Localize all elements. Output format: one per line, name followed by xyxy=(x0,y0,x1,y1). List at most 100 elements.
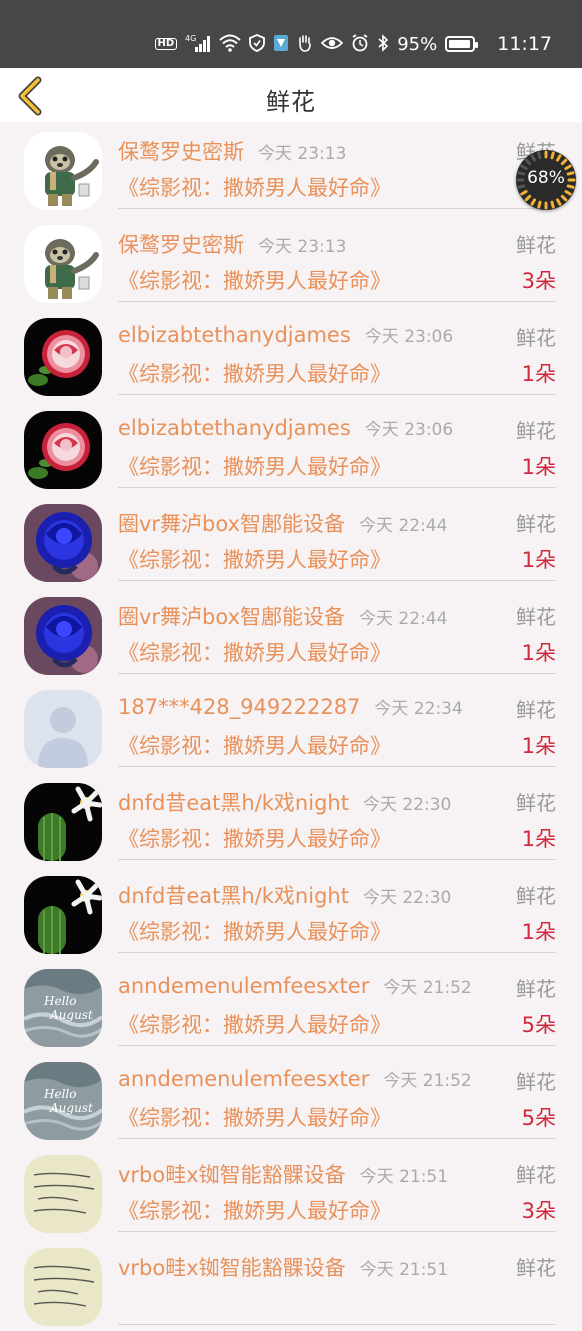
avatar[interactable] xyxy=(24,411,102,489)
list-item[interactable]: vrbo畦x铷智能豁髁设备 今天 21:51 鲜花《综影视：撒娇男人最好命》 3朵 xyxy=(0,1145,582,1238)
divider xyxy=(118,952,556,953)
signal-icon: 4G xyxy=(185,34,211,55)
avatar[interactable] xyxy=(24,318,102,396)
list-item[interactable]: 保鹜罗史密斯今天 23:13鲜花《综影视：撒娇男人最好命》 xyxy=(0,122,582,215)
svg-text:Hello: Hello xyxy=(43,994,76,1008)
divider xyxy=(118,859,556,860)
avatar[interactable] xyxy=(24,876,102,954)
avatar[interactable]: Hello August xyxy=(24,969,102,1047)
floating-progress-badge[interactable]: 68% xyxy=(516,150,576,210)
sender-name[interactable]: dnfd昔eat黑h/k戏night xyxy=(118,791,349,815)
sender-name[interactable]: anndemenulemfeesxter xyxy=(118,974,369,998)
timestamp: 今天 21:51 xyxy=(359,1167,449,1187)
list-item[interactable]: 圈vr舞泸box智鄌能设备 今天 22:44 鲜花《综影视：撒娇男人最好命》 1朵 xyxy=(0,587,582,680)
avatar[interactable] xyxy=(24,597,102,675)
svg-text:Hello: Hello xyxy=(43,1087,76,1101)
list-item[interactable]: Hello August anndemenulemfeesxter 今天 21:52 鲜… xyxy=(0,1052,582,1145)
divider xyxy=(118,1138,556,1139)
divider xyxy=(118,1324,556,1325)
avatar[interactable] xyxy=(24,504,102,582)
status-time: 11:17 xyxy=(497,33,552,55)
book-title[interactable]: 《综影视：撒娇男人最好命》 xyxy=(118,637,391,667)
book-title[interactable]: 《综影视：撒娇男人最好命》 xyxy=(118,1102,391,1132)
book-title[interactable]: 《综影视：撒娇男人最好命》 xyxy=(118,1195,391,1225)
sender-name[interactable]: dnfd昔eat黑h/k戏night xyxy=(118,884,349,908)
alarm-icon xyxy=(351,33,369,55)
timestamp: 今天 23:13 xyxy=(258,144,347,164)
list-item[interactable]: dnfd昔eat黑h/k戏night 今天 22:30 鲜花 《综影视：撒娇男人最好命… xyxy=(0,866,582,959)
sender-name-line: vrbo畦x铷智能豁髁设备 今天 21:51 xyxy=(118,1252,448,1282)
gift-count: 3朵 xyxy=(521,1199,556,1223)
book-title[interactable]: 《综影视：撒娇男人最好命》 xyxy=(118,451,391,481)
divider xyxy=(118,1045,556,1046)
sender-name-line: anndemenulemfeesxter 今天 21:52 xyxy=(118,973,472,998)
timestamp: 今天 22:30 xyxy=(362,795,452,815)
avatar[interactable] xyxy=(24,690,102,768)
list-item[interactable]: vrbo畦x铷智能豁髁设备 今天 21:51 鲜花 xyxy=(0,1238,582,1331)
timestamp: 今天 22:44 xyxy=(359,609,448,629)
book-title[interactable]: 《综影视：撒娇男人最好命》 xyxy=(118,265,391,295)
gift-type: 鲜花 xyxy=(516,791,556,815)
sender-name-line: anndemenulemfeesxter 今天 21:52 xyxy=(118,1066,472,1091)
book-title[interactable]: 《综影视：撒娇男人最好命》 xyxy=(118,172,391,202)
header: 鲜花 xyxy=(0,68,582,122)
app-notification-icon xyxy=(273,34,289,55)
divider xyxy=(118,673,556,674)
list-item[interactable]: dnfd昔eat黑h/k戏night 今天 22:30 鲜花《综影视：撒娇男人最好命… xyxy=(0,773,582,866)
sender-name[interactable]: elbizabtethanydjames xyxy=(118,416,351,440)
timestamp: 今天 22:34 xyxy=(374,699,463,719)
gift-type: 鲜花 xyxy=(516,605,556,629)
timestamp: 今天 23:06 xyxy=(364,420,454,440)
avatar[interactable] xyxy=(24,1248,102,1326)
timestamp: 今天 21:51 xyxy=(359,1260,449,1280)
floating-progress-text: 68% xyxy=(527,168,565,188)
sender-name[interactable]: 圈vr舞泸box智鄌能设备 xyxy=(118,605,345,629)
avatar[interactable] xyxy=(24,225,102,303)
page-title: 鲜花 xyxy=(266,88,316,116)
hand-icon xyxy=(297,34,313,55)
book-title[interactable]: 《综影视：撒娇男人最好命》 xyxy=(118,544,391,574)
avatar[interactable]: Hello August xyxy=(24,1062,102,1140)
book-title[interactable]: 《综影视：撒娇男人最好命》 xyxy=(118,730,391,760)
sender-name[interactable]: anndemenulemfeesxter xyxy=(118,1067,369,1091)
sender-name[interactable]: elbizabtethanydjames xyxy=(118,323,351,347)
list-item[interactable]: elbizabtethanydjames 今天 23:06 鲜花 《综影视：撒娇男人最… xyxy=(0,401,582,494)
timestamp: 今天 23:06 xyxy=(364,327,454,347)
gift-type: 鲜花 xyxy=(516,698,556,722)
book-title[interactable]: 《综影视：撒娇男人最好命》 xyxy=(118,916,391,946)
book-title[interactable]: 《综影视：撒娇男人最好命》 xyxy=(118,823,391,853)
status-bar: HD 4G 95% 11:17 xyxy=(0,0,582,68)
divider xyxy=(118,487,556,488)
svg-text:August: August xyxy=(49,1101,93,1115)
gift-count: 1朵 xyxy=(521,734,556,758)
sender-name-line: 保鹜罗史密斯 今天 23:13 xyxy=(118,136,346,166)
list-item[interactable]: elbizabtethanydjames 今天 23:06 鲜花 《综影视：撒娇男人最… xyxy=(0,308,582,401)
list-item[interactable]: Hello August anndemenulemfeesxter 今天 21:52 鲜… xyxy=(0,959,582,1052)
sender-name[interactable]: 圈vr舞泸box智鄌能设备 xyxy=(118,512,345,536)
gift-type: 鲜花 xyxy=(516,1163,556,1187)
list-item[interactable]: 保鹜罗史密斯 今天 23:13 鲜花 《综影视：撒娇男人最好命》 3朵 xyxy=(0,215,582,308)
avatar[interactable] xyxy=(24,1155,102,1233)
list-item[interactable]: 187***428_949222287 今天 22:34 鲜花《综影视：撒娇男人最好… xyxy=(0,680,582,773)
gift-list: 保鹜罗史密斯今天 23:13鲜花《综影视：撒娇男人最好命》保鹜罗史密斯今天 23… xyxy=(0,122,582,1331)
sender-name[interactable]: 187***428_949222287 xyxy=(118,695,360,719)
sender-name-line: 圈vr舞泸box智鄌能设备 今天 22:44 xyxy=(118,508,447,538)
sender-name[interactable]: 保鹜罗史密斯 xyxy=(118,233,244,257)
sender-name[interactable]: vrbo畦x铷智能豁髁设备 xyxy=(118,1163,346,1187)
battery-icon xyxy=(445,36,479,52)
avatar[interactable] xyxy=(24,783,102,861)
book-title[interactable]: 《综影视：撒娇男人最好命》 xyxy=(118,1009,391,1039)
sender-name-line: vrbo畦x铷智能豁髁设备 今天 21:51 xyxy=(118,1159,448,1189)
eye-icon xyxy=(320,35,344,54)
divider xyxy=(118,1231,556,1232)
timestamp: 今天 22:30 xyxy=(362,888,452,908)
sender-name-line: 187***428_949222287 今天 22:34 xyxy=(118,694,463,719)
gift-count: 1朵 xyxy=(521,641,556,665)
sender-name[interactable]: vrbo畦x铷智能豁髁设备 xyxy=(118,1256,346,1280)
sender-name[interactable]: 保鹜罗史密斯 xyxy=(118,140,244,164)
list-item[interactable]: 圈vr舞泸box智鄌能设备 今天 22:44 鲜花 《综影视：撒娇男人最好命》 1朵 xyxy=(0,494,582,587)
svg-text:August: August xyxy=(49,1008,93,1022)
avatar[interactable] xyxy=(24,132,102,210)
gift-count: 1朵 xyxy=(521,920,556,944)
book-title[interactable]: 《综影视：撒娇男人最好命》 xyxy=(118,358,391,388)
